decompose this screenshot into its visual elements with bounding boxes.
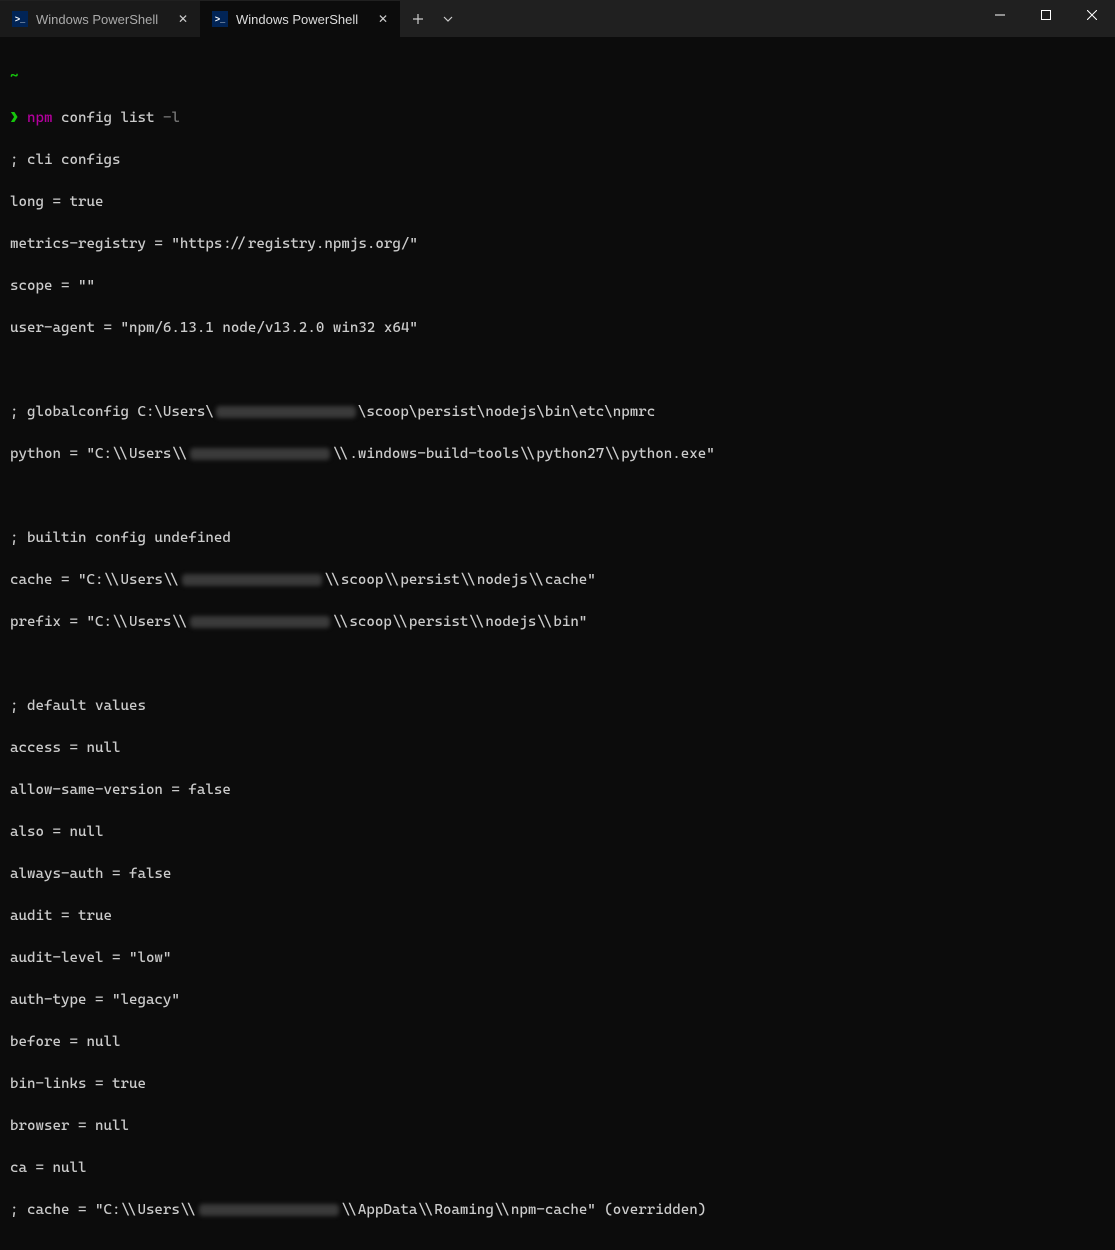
close-window-button[interactable] <box>1069 0 1115 30</box>
redacted-text <box>199 1204 339 1216</box>
output-line: user-agent = "npm/6.13.1 node/v13.2.0 wi… <box>10 318 1105 339</box>
output-line: ; cli configs <box>10 150 1105 171</box>
output-line: ; globalconfig C:\Users\\scoop\persist\n… <box>10 402 1105 423</box>
output-line: audit = true <box>10 906 1105 927</box>
terminal-content[interactable]: ~ ❯ npm config list -l ; cli configs lon… <box>0 37 1115 1250</box>
prompt-arrow: ❯ <box>10 110 19 126</box>
plus-icon <box>412 13 424 25</box>
close-icon[interactable]: ✕ <box>174 10 192 28</box>
new-tab-button[interactable] <box>404 5 432 33</box>
close-icon <box>1087 10 1097 20</box>
output-line: ; builtin config undefined <box>10 528 1105 549</box>
redacted-text <box>216 406 356 418</box>
output-line: also = null <box>10 822 1105 843</box>
output-line: allow-same-version = false <box>10 780 1105 801</box>
redacted-text <box>182 574 322 586</box>
minimize-icon <box>995 10 1005 20</box>
tab-actions <box>400 1 462 37</box>
output-line: prefix = "C:\\Users\\\\scoop\\persist\\n… <box>10 612 1105 633</box>
output-line: scope = "" <box>10 276 1105 297</box>
tab-dropdown-button[interactable] <box>434 5 462 33</box>
powershell-icon: >_ <box>12 11 28 27</box>
output-line: ; default values <box>10 696 1105 717</box>
titlebar: >_ Windows PowerShell ✕ >_ Windows Power… <box>0 0 1115 37</box>
command-flag: -l <box>163 110 180 126</box>
output-line: ca = null <box>10 1158 1105 1179</box>
close-icon[interactable]: ✕ <box>374 10 392 28</box>
tab-strip: >_ Windows PowerShell ✕ >_ Windows Power… <box>0 0 462 37</box>
output-line <box>10 654 1105 675</box>
tab-title: Windows PowerShell <box>236 12 366 27</box>
output-line <box>10 486 1105 507</box>
output-line: auth-type = "legacy" <box>10 990 1105 1011</box>
output-line <box>10 360 1105 381</box>
command: npm <box>27 110 53 126</box>
tab-powershell-2[interactable]: >_ Windows PowerShell ✕ <box>200 1 400 37</box>
powershell-icon: >_ <box>212 11 228 27</box>
tab-title: Windows PowerShell <box>36 12 166 27</box>
minimize-button[interactable] <box>977 0 1023 30</box>
output-line: python = "C:\\Users\\\\.windows-build-to… <box>10 444 1105 465</box>
output-line: cache = "C:\\Users\\\\scoop\\persist\\no… <box>10 570 1105 591</box>
prompt-tilde: ~ <box>10 68 19 84</box>
output-line: audit-level = "low" <box>10 948 1105 969</box>
output-line: always-auth = false <box>10 864 1105 885</box>
output-line: browser = null <box>10 1116 1105 1137</box>
output-line: access = null <box>10 738 1105 759</box>
tab-powershell-1[interactable]: >_ Windows PowerShell ✕ <box>0 1 200 37</box>
output-line: bin-links = true <box>10 1074 1105 1095</box>
command-args: config list <box>61 110 154 126</box>
window-controls <box>977 0 1115 32</box>
maximize-button[interactable] <box>1023 0 1069 30</box>
output-line: long = true <box>10 192 1105 213</box>
redacted-text <box>190 448 330 460</box>
redacted-text <box>190 616 330 628</box>
chevron-down-icon <box>442 13 454 25</box>
output-line: ; cache = "C:\\Users\\\\AppData\\Roaming… <box>10 1200 1105 1221</box>
maximize-icon <box>1041 10 1051 20</box>
output-line: before = null <box>10 1032 1105 1053</box>
output-line: metrics-registry = "https://registry.npm… <box>10 234 1105 255</box>
